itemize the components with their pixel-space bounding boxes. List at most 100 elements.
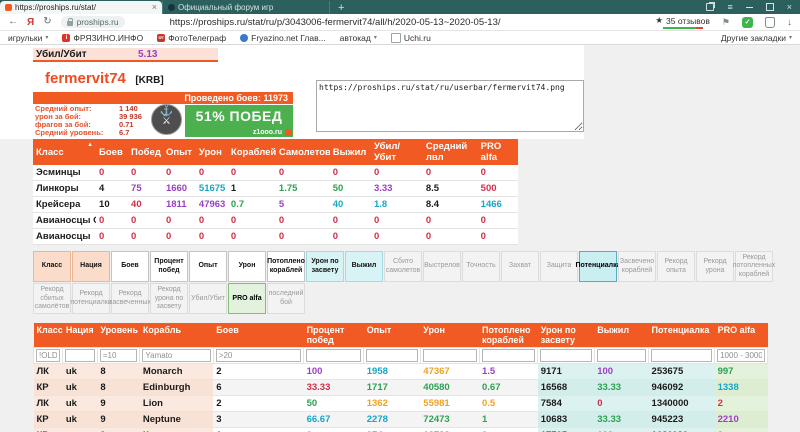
close-window-button[interactable]: × [787,2,792,12]
ship-filter-input[interactable] [597,349,646,362]
bookmark-item[interactable]: iФРЯЗИНО.ИНФО [62,33,143,43]
class-table-header[interactable]: Боев [96,139,128,165]
stat-cell: 0 [423,229,478,245]
ship-table-header[interactable]: Уровень [97,323,140,348]
bookmark-item[interactable]: игрульки▾ [8,33,48,43]
address-bar-url[interactable]: https://proships.ru/stat/ru/p/3043006-fe… [170,17,501,28]
ship-table-header[interactable]: PRO alfa [715,323,768,348]
filter-button[interactable]: Процент побед [150,251,188,282]
collections-icon[interactable] [765,17,775,28]
menu-icon[interactable]: ≡ [727,2,732,12]
ship-table-header[interactable]: Корабль [140,323,213,348]
filter-button[interactable]: Рекорд сбитых самолётов [33,283,71,314]
filter-button[interactable]: Опыт [189,251,227,282]
filter-button[interactable]: Потенциалка [579,251,617,282]
new-tab-button[interactable]: + [338,2,344,14]
minimize-button[interactable] [746,7,753,8]
stat-cell: 0 [478,229,518,245]
tab-panel-icon[interactable] [706,3,714,11]
class-table-header[interactable]: Класс▲ [33,139,96,165]
ship-filter-input[interactable] [651,349,712,362]
yandex-logo-icon[interactable]: Я [27,17,34,28]
filter-button-row: КлассНацияБоевПроцент победОпытУронПотоп… [33,251,775,282]
back-button[interactable]: ← [8,17,18,27]
filter-button[interactable]: последний бой [267,283,305,314]
filter-button[interactable]: Рекорд урона [696,251,734,282]
ship-filter-input[interactable] [717,349,765,362]
rating-bar [663,27,703,29]
ship-stat-cell: 8 [97,364,140,380]
stat-cell: 8.4 [423,197,478,213]
reviews-badge[interactable]: ★ 35 отзывов [655,15,710,29]
bookmark-item[interactable]: Fryazino.net Глав... [240,33,326,43]
filter-button[interactable]: Урон [228,251,266,282]
favicon-icon [391,33,401,43]
filter-button[interactable]: Засвечено кораблей [618,251,656,282]
ship-table-header[interactable]: Потоплено кораблей [479,323,538,348]
filter-button[interactable]: Точность [462,251,500,282]
class-table-header[interactable]: Побед [128,139,163,165]
site-identity-pill[interactable]: proships.ru [61,16,125,28]
ship-table-header[interactable]: Выжил [594,323,648,348]
ship-filter-input[interactable] [36,349,60,362]
maximize-button[interactable] [766,3,774,11]
protect-shield-icon[interactable]: ✓ [742,17,753,28]
class-table-header[interactable]: Урон [196,139,228,165]
filter-button[interactable]: Рекорд потопленных кораблей [735,251,773,282]
ship-table-header[interactable]: Нация [63,323,97,348]
filter-button[interactable]: Убил/Убит [189,283,227,314]
userbar-url-textarea[interactable]: https://proships.ru/stat/ru/userbar/ferm… [316,80,584,132]
browser-tab-active[interactable]: https://proships.ru/stat/ × [0,1,162,14]
filter-button[interactable]: PRO alfa [228,283,266,314]
filter-button[interactable]: Нация [72,251,110,282]
download-icon[interactable]: ↓ [787,17,792,28]
ship-table-header[interactable]: Процент побед [304,323,364,348]
filter-button[interactable]: Урон по засвету [306,251,344,282]
ship-filter-input[interactable] [366,349,418,362]
ship-filter-input[interactable] [65,349,94,362]
filter-button[interactable]: Рекорд урона по засвету [150,283,188,314]
tab-title: https://proships.ru/stat/ [15,3,149,12]
browser-tab-inactive[interactable]: Официальный форум игр [162,1,330,14]
filter-button[interactable]: Защита [540,251,578,282]
ship-stat-cell: 9 [97,428,140,432]
class-table-header[interactable]: PRO alfa [478,139,518,165]
ship-filter-input[interactable] [423,349,477,362]
filter-button[interactable]: Выжил [345,251,383,282]
filter-button[interactable]: Рекорд опыта [657,251,695,282]
bookmark-item[interactable]: Uchi.ru [391,33,431,43]
class-table-header[interactable]: Опыт [163,139,196,165]
ship-table-header[interactable]: Урон по засвету [538,323,595,348]
filter-button[interactable]: Рекорд засвеченных [111,283,149,314]
ship-filter-input[interactable] [482,349,536,362]
refresh-button[interactable]: ↻ [43,17,51,27]
ship-filter-input[interactable] [216,349,301,362]
bookmark-flag-icon[interactable]: ⚑ [722,17,730,28]
filter-button[interactable]: Сбито самолетов [384,251,422,282]
filter-button[interactable]: Рекорд потенциалки [72,283,110,314]
filter-button[interactable]: Потоплено кораблей [267,251,305,282]
bookmark-item[interactable]: ФТФотоТелеграф [157,33,226,43]
class-table-header[interactable]: Самолетов [276,139,330,165]
ship-table-header[interactable]: Класс [34,323,63,348]
ship-table-header[interactable]: Опыт [364,323,421,348]
class-table-header[interactable]: Средний лвл [423,139,478,165]
filter-button[interactable]: Выстрелов [423,251,461,282]
ship-filter-input[interactable] [100,349,138,362]
ship-filter-input[interactable] [540,349,592,362]
filter-button[interactable]: Захват [501,251,539,282]
ship-filter-input[interactable] [306,349,361,362]
ship-table-header[interactable]: Боев [213,323,303,348]
tab-close-icon[interactable]: × [152,3,157,12]
other-bookmarks-button[interactable]: Другие закладки ▾ [721,33,792,43]
bookmark-item[interactable]: автокад▾ [340,33,377,43]
class-table-header[interactable]: Убил/Убит [371,139,423,165]
filter-button[interactable]: Боев [111,251,149,282]
ship-table-header[interactable]: Урон [420,323,479,348]
class-table-header[interactable]: Выжил [330,139,371,165]
ship-stat-cell: 10683 [538,412,595,428]
ship-table-header[interactable]: Потенциалка [649,323,715,348]
ship-filter-input[interactable] [142,349,210,362]
filter-button[interactable]: Класс [33,251,71,282]
class-table-header[interactable]: Кораблей [228,139,276,165]
